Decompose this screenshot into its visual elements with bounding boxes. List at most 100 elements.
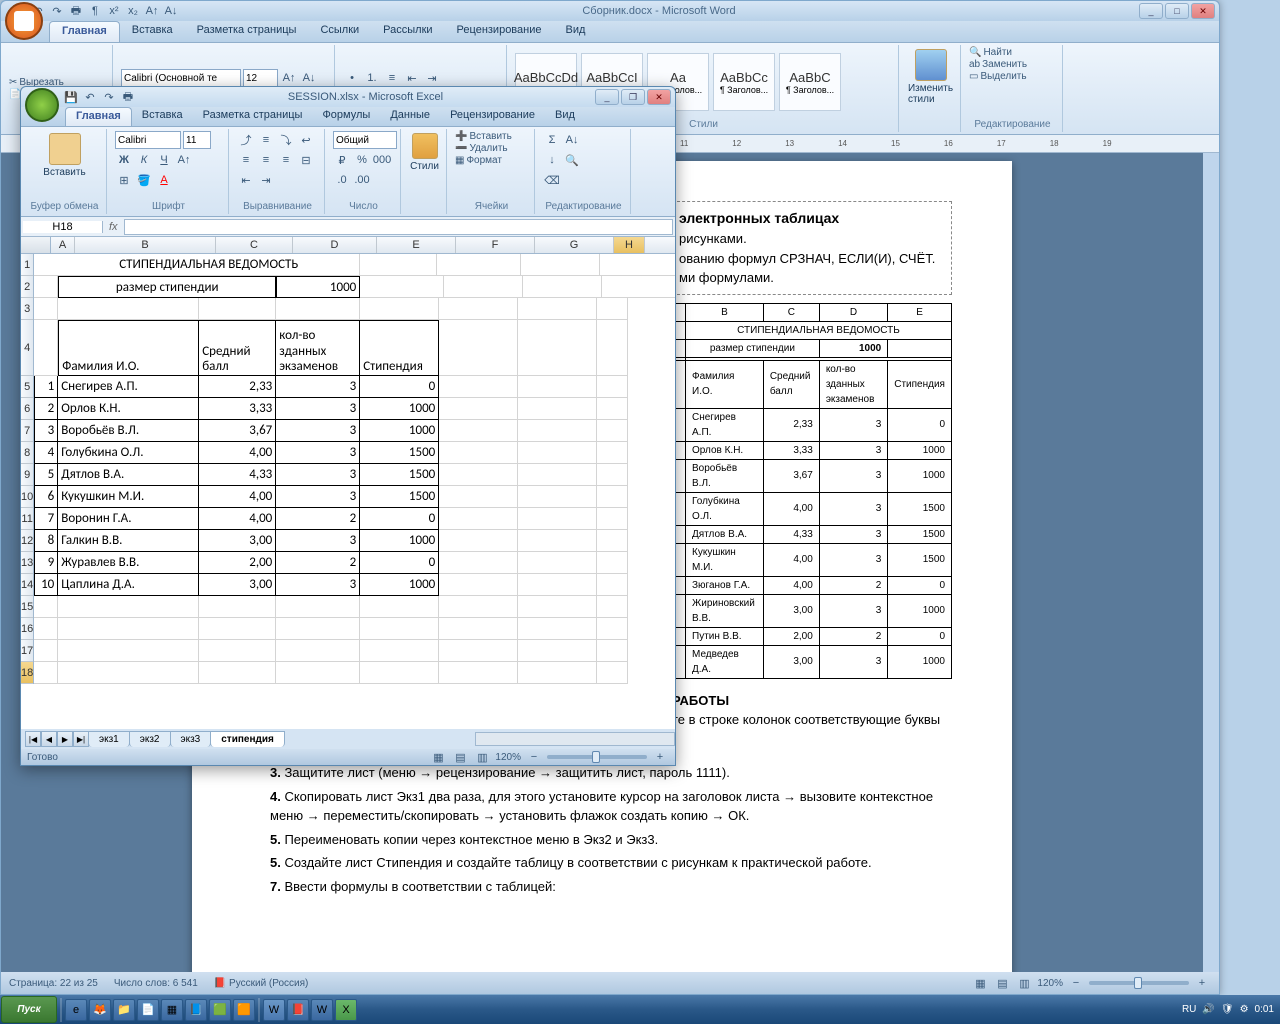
cell[interactable] [276,596,360,618]
grow-font-icon[interactable]: A↑ [144,3,160,19]
cell[interactable] [34,640,58,662]
excel-zoom[interactable]: 120% [495,752,521,763]
zoom-out-icon[interactable]: − [1067,974,1085,992]
merge-icon[interactable]: ⊟ [297,151,315,169]
cell[interactable] [518,552,597,574]
ribbon-tab[interactable]: Формулы [312,107,380,126]
cell[interactable]: 3,67 [199,420,276,442]
formula-bar[interactable] [124,219,673,235]
cell[interactable] [439,508,518,530]
cell[interactable]: 2 [276,552,360,574]
cell[interactable] [360,298,439,320]
start-button[interactable]: Пуск [1,996,57,1023]
redo-icon[interactable]: ↷ [101,89,117,105]
fill-icon[interactable]: 🪣 [135,171,153,189]
status-words[interactable]: Число слов: 6 541 [114,978,198,989]
cell[interactable] [439,596,518,618]
cell[interactable]: 1000 [360,420,439,442]
cell[interactable] [597,320,628,376]
cell[interactable] [199,618,276,640]
cell[interactable] [34,298,58,320]
select-button[interactable]: ▭ Выделить [969,71,1056,82]
row-header[interactable]: 15 [21,596,33,618]
excel-font-select[interactable] [115,131,181,149]
cell[interactable]: Дятлов В.А. [58,464,199,486]
cell[interactable] [518,320,597,376]
name-box[interactable]: H18 [23,221,103,233]
ribbon-tab[interactable]: Данные [380,107,440,126]
cell[interactable] [439,464,518,486]
grow-font-icon[interactable]: A↑ [280,69,298,87]
cell[interactable] [360,618,439,640]
shrink-font-icon[interactable]: A↓ [163,3,179,19]
cell[interactable]: 3,33 [199,398,276,420]
taskbar-app-icon[interactable]: 📘 [185,999,207,1021]
cell[interactable] [439,574,518,596]
view-read-icon[interactable]: ▤ [993,974,1011,992]
cell[interactable]: 0 [360,552,439,574]
cell[interactable]: 1000 [276,276,360,298]
cell[interactable]: 3 [276,376,360,398]
cell[interactable] [518,398,597,420]
cell[interactable] [597,574,628,596]
status-zoom[interactable]: 120% [1037,978,1063,989]
cell[interactable]: 2 [34,398,58,420]
indent-icon[interactable]: ⇥ [257,171,275,189]
cell[interactable] [58,662,199,684]
cell[interactable] [518,486,597,508]
cell[interactable] [518,464,597,486]
cell[interactable] [439,442,518,464]
ribbon-tab[interactable]: Вид [554,21,598,42]
ribbon-tab[interactable]: Рецензирование [440,107,545,126]
row-header[interactable]: 4 [21,320,33,376]
taskbar-app-icon[interactable]: 🟧 [233,999,255,1021]
insert-cells-button[interactable]: ➕ Вставить [455,131,528,142]
cell[interactable] [439,420,518,442]
underline-icon[interactable]: Ч [155,151,173,169]
row-header[interactable]: 12 [21,530,33,552]
column-header[interactable]: G [535,237,614,253]
italic-icon[interactable]: К [135,151,153,169]
row-header[interactable]: 13 [21,552,33,574]
cell[interactable]: Фамилия И.О. [58,320,199,376]
cell[interactable] [521,254,600,276]
cell[interactable]: 1000 [360,530,439,552]
cell[interactable]: Стипендия [360,320,439,376]
cell[interactable]: Цаплина Д.А. [58,574,199,596]
percent-icon[interactable]: % [353,151,371,169]
cell[interactable] [518,508,597,530]
cell[interactable] [58,618,199,640]
center-icon[interactable]: ≡ [257,151,275,169]
cell[interactable] [597,618,628,640]
excel-grid[interactable]: ABCDEFGH 123456789101112131415161718 СТИ… [21,237,675,729]
mid-align-icon[interactable]: ≡ [257,131,275,149]
sheet-tab[interactable]: стипендия [210,731,285,747]
cell[interactable]: 4,00 [199,508,276,530]
top-align-icon[interactable]: ⤴ [237,131,255,149]
cell[interactable] [439,662,518,684]
cell[interactable] [597,596,628,618]
border-icon[interactable]: ⊞ [115,171,133,189]
status-lang[interactable]: Русский (Россия) [229,978,308,989]
cell[interactable] [360,662,439,684]
cell[interactable]: Журавлев В.В. [58,552,199,574]
cell[interactable]: 9 [34,552,58,574]
cell[interactable] [597,398,628,420]
lang-indicator[interactable]: RU [1182,1004,1196,1015]
cell[interactable] [518,618,597,640]
cell[interactable] [444,276,523,298]
cell[interactable] [439,398,518,420]
row-header[interactable]: 3 [21,298,33,320]
cell[interactable] [437,254,521,276]
row-header[interactable]: 16 [21,618,33,640]
cell[interactable] [58,298,199,320]
subscript-icon[interactable]: x₂ [125,3,141,19]
print-icon[interactable]: 🖶 [68,3,84,19]
cell[interactable] [600,254,675,276]
cell[interactable] [439,320,518,376]
ribbon-tab[interactable]: Рассылки [371,21,444,42]
excel-office-button[interactable] [25,88,59,122]
cell[interactable]: Орлов К.Н. [58,398,199,420]
cell[interactable]: 2,33 [199,376,276,398]
cell[interactable]: 1 [34,376,58,398]
